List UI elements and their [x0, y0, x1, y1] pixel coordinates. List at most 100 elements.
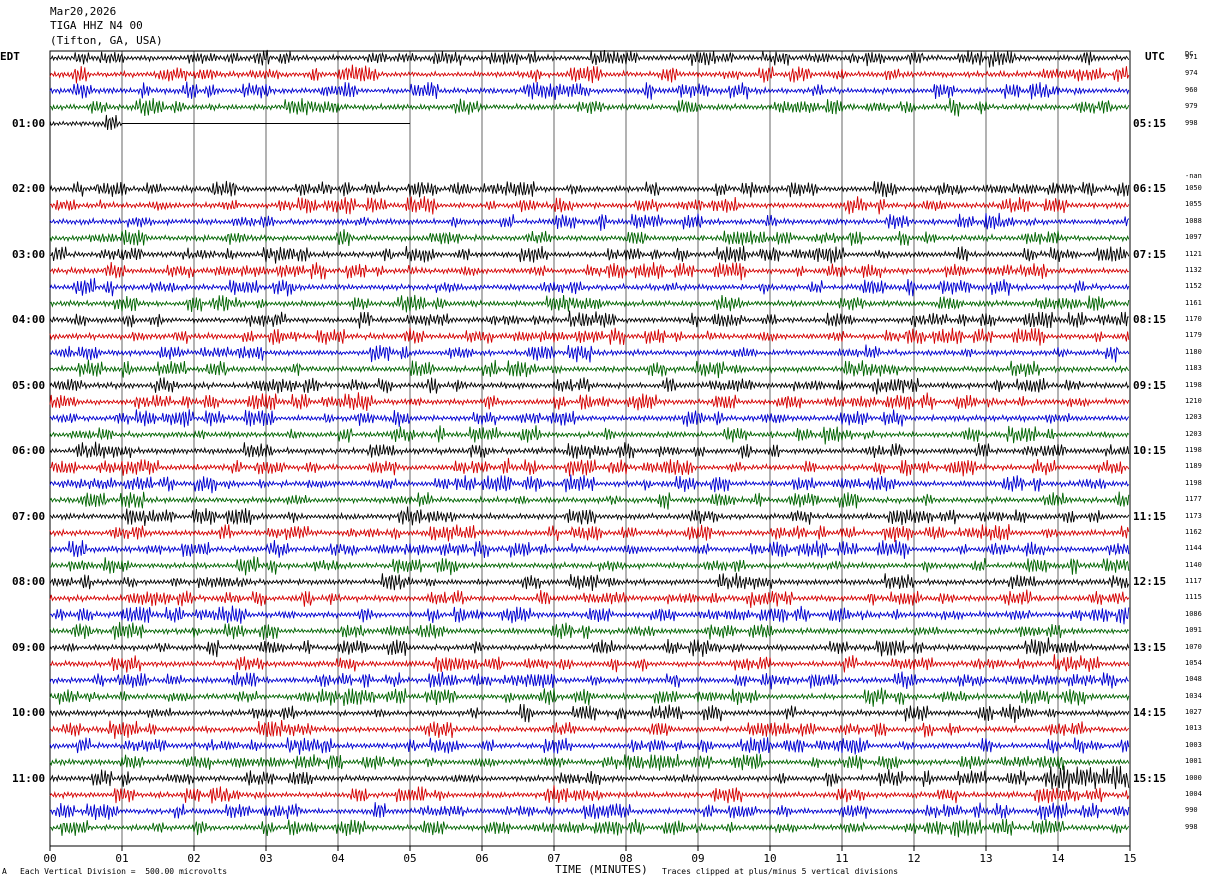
- dc-offset-label: 1088: [1185, 216, 1202, 225]
- seismic-trace: [49, 765, 1130, 792]
- edt-hour-label: 01:00: [12, 116, 46, 130]
- seismic-trace: [49, 703, 1130, 723]
- utc-hour-label: 11:15: [1133, 509, 1167, 523]
- dc-offset-label: 1180: [1185, 347, 1202, 356]
- utc-hour-label: 06:15: [1133, 182, 1167, 195]
- dc-offset-label: 1050: [1185, 184, 1202, 192]
- dc-offset-label: 1177: [1185, 495, 1202, 504]
- seismic-trace: [49, 196, 1130, 215]
- x-tick-label: 10: [763, 852, 776, 865]
- seismic-trace: [49, 377, 1130, 395]
- dc-offset-label: 1198: [1185, 446, 1202, 454]
- edt-hour-label: 08:00: [12, 575, 46, 588]
- utc-hour-label: 13:15: [1133, 640, 1167, 654]
- dc-offset-label: 1189: [1185, 462, 1202, 471]
- utc-hour-label: 07:15: [1133, 247, 1167, 261]
- dc-offset-label: 1027: [1185, 708, 1202, 716]
- dc-offset-label: 1013: [1185, 724, 1202, 733]
- x-tick-label: 11: [835, 852, 848, 865]
- utc-hour-label: 09:15: [1133, 378, 1167, 392]
- x-tick-label: 02: [187, 852, 200, 865]
- seismic-trace: [49, 589, 1130, 608]
- x-tick-label: 03: [259, 852, 272, 865]
- x-tick-label: 04: [331, 852, 345, 865]
- seismic-trace: [49, 539, 1130, 559]
- seismic-trace: [49, 310, 1129, 329]
- seismic-trace: [49, 327, 1130, 346]
- seismic-trace: [49, 359, 1130, 379]
- dc-offset-label: 971: [1185, 53, 1198, 61]
- seismic-trace: [49, 392, 1130, 411]
- seismic-trace: [49, 687, 1130, 707]
- seismic-trace: [49, 524, 1130, 543]
- seismic-trace: [49, 441, 1130, 459]
- seismic-trace: [49, 802, 1130, 821]
- edt-hour-label: 06:00: [12, 444, 46, 457]
- dc-offset-label: 1054: [1185, 658, 1202, 667]
- dc-offset-label: 1161: [1185, 298, 1202, 307]
- utc-hour-label: 12:15: [1133, 575, 1167, 588]
- dc-offset-label: 1097: [1185, 233, 1202, 242]
- seismic-trace: [49, 49, 1130, 68]
- utc-hour-label: 14:15: [1133, 706, 1167, 719]
- seismic-trace: [49, 64, 1130, 84]
- seismic-trace: [49, 637, 1130, 658]
- dc-offset-label: 1070: [1185, 642, 1202, 651]
- utc-hour-label: 10:15: [1133, 444, 1167, 457]
- x-axis-label: TIME (MINUTES): [555, 863, 648, 876]
- dc-offset-label: 1034: [1185, 691, 1202, 700]
- seismic-trace: [49, 261, 1129, 281]
- scale-note: Each Vertical Division = 500.00 microvol…: [20, 867, 228, 876]
- dc-offset-label: 1183: [1185, 364, 1202, 373]
- seismic-trace: [49, 654, 1130, 673]
- dc-offset-label: 1121: [1185, 249, 1202, 258]
- seismic-trace: [49, 229, 1130, 247]
- edt-hour-label: 04:00: [12, 313, 46, 326]
- dc-offset-label: 1055: [1185, 200, 1202, 209]
- seismic-trace: [49, 506, 1130, 527]
- dc-offset-label: 1003: [1185, 740, 1202, 749]
- seismic-trace: [49, 277, 1130, 297]
- dc-offset-label: 1210: [1185, 396, 1202, 405]
- dc-offset-label: 979: [1185, 102, 1198, 111]
- seismic-trace: [49, 753, 1130, 771]
- seismic-trace: [49, 785, 1130, 804]
- seismic-trace: [49, 474, 1130, 494]
- dc-offset-label: 1117: [1185, 577, 1202, 585]
- seismic-trace: [49, 180, 1130, 198]
- dc-offset-label: 1004: [1185, 789, 1202, 798]
- utc-hour-label: 05:15: [1133, 116, 1167, 130]
- dc-offset-label: 1132: [1185, 265, 1202, 274]
- seismic-trace: [49, 818, 1130, 838]
- seismic-trace: [49, 294, 1130, 313]
- dc-offset-label: 1140: [1185, 560, 1202, 569]
- seismic-trace: [49, 671, 1130, 690]
- dc-offset-label: 990: [1185, 806, 1198, 815]
- x-tick-label: 01: [115, 852, 128, 865]
- dc-offset-label: 1170: [1185, 315, 1202, 323]
- corner-mark: A: [2, 867, 7, 876]
- x-tick-label: 00: [43, 852, 56, 865]
- seismic-trace: [49, 621, 1130, 640]
- dc-offset-label: 1048: [1185, 675, 1202, 684]
- edt-hour-label: 10:00: [12, 706, 46, 719]
- edt-hour-label: 03:00: [12, 247, 46, 261]
- seismic-trace: [49, 605, 1130, 625]
- dc-offset-label: 1198: [1185, 478, 1202, 487]
- edt-hour-label: 05:00: [12, 378, 46, 392]
- dc-offset-label: 1203: [1185, 413, 1202, 422]
- dc-offset-label: 1086: [1185, 609, 1202, 618]
- seismic-trace: [49, 97, 1130, 117]
- seismic-trace: [49, 409, 1130, 428]
- seismic-trace: [49, 572, 1130, 591]
- clip-note: Traces clipped at plus/minus 5 vertical …: [662, 867, 899, 876]
- seismic-trace: [49, 457, 1130, 477]
- utc-hour-label: 08:15: [1133, 313, 1167, 326]
- utc-hour-label: 15:15: [1133, 771, 1167, 785]
- dc-offset-label: 1162: [1185, 527, 1202, 536]
- x-tick-label: 13: [979, 852, 992, 865]
- dc-offset-label: 998: [1185, 118, 1198, 127]
- dc-offset-label: 974: [1185, 69, 1198, 78]
- x-tick-label: 14: [1051, 852, 1065, 865]
- dc-offset-label: 1091: [1185, 626, 1202, 635]
